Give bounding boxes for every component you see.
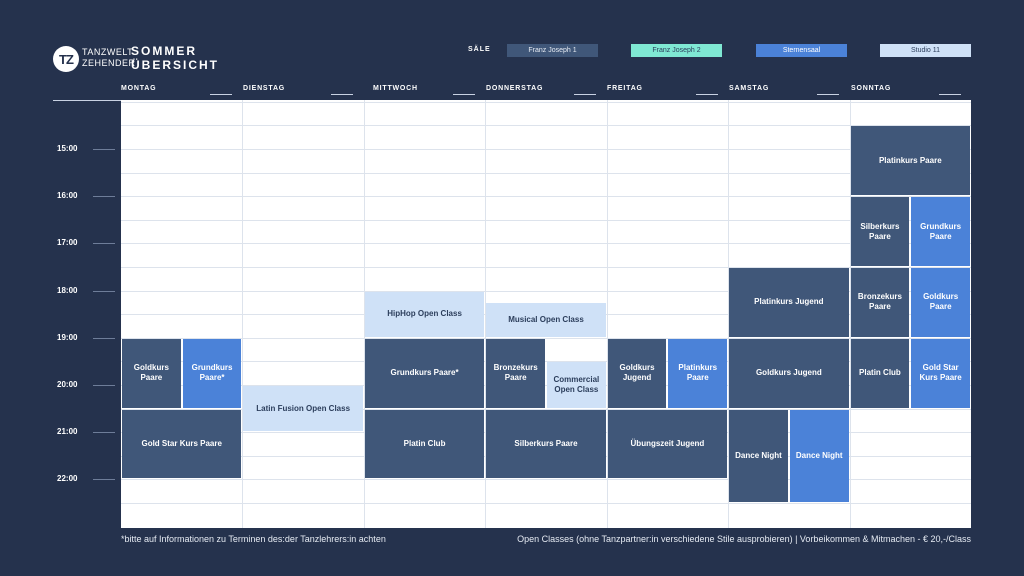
title-line-2: ÜBERSICHT xyxy=(131,58,220,72)
class-event[interactable]: Silberkurs Paare xyxy=(850,197,910,266)
time-label: 22:00 xyxy=(57,474,78,484)
day-header-donnerstag: DONNERSTAG xyxy=(486,85,544,92)
schedule-grid: Goldkurs Paare Grundkurs Paare* Gold Star … xyxy=(121,100,971,528)
time-tick xyxy=(93,196,115,198)
grid-line xyxy=(121,101,971,103)
class-event[interactable]: Gold Star Kurs Paare xyxy=(911,338,970,408)
time-label: 15:00 xyxy=(57,144,78,153)
class-event[interactable]: Goldkurs Jugend xyxy=(607,338,667,408)
page-title: SOMMER ÜBERSICHT xyxy=(131,44,219,72)
class-event[interactable]: Dance Night xyxy=(789,409,849,502)
grid-line xyxy=(121,149,971,150)
logo-line-1: TANZWELT xyxy=(82,47,134,57)
class-event[interactable]: Goldkurs Jugend xyxy=(729,338,849,408)
day-header-samstag: SAMSTAG xyxy=(729,85,770,92)
footer-note: *bitte auf Informationen zu Terminen des… xyxy=(121,534,386,544)
day-divider xyxy=(939,94,961,95)
time-tick xyxy=(93,149,115,150)
day-header-dienstag: DIENSTAG xyxy=(243,85,286,92)
grid-line xyxy=(121,503,971,504)
class-event[interactable]: Gold Star Kurs Paare xyxy=(122,409,242,479)
logo-wordmark: TANZWELT ZEHENDER xyxy=(82,47,136,69)
time-tick xyxy=(93,243,115,245)
time-tick xyxy=(93,290,115,292)
time-label: 16:00 xyxy=(57,191,78,201)
day-header-sonntag: SONNTAG xyxy=(851,85,892,92)
class-event[interactable]: Musical Open Class xyxy=(486,303,606,337)
class-event[interactable]: Grundkurs Paare* xyxy=(182,338,242,408)
time-tick xyxy=(93,385,115,386)
room-legend-franz-joseph-2: Franz Joseph 2 xyxy=(631,44,722,57)
time-tick xyxy=(93,337,115,339)
class-event[interactable]: Silberkurs Paare xyxy=(486,409,606,479)
class-event[interactable]: Übungszeit Jugend xyxy=(607,409,728,479)
day-divider xyxy=(331,94,353,95)
header-underline xyxy=(53,100,121,101)
day-header-mittwoch: MITTWOCH xyxy=(373,85,418,92)
class-event[interactable]: Platinkurs Jugend xyxy=(729,268,849,337)
time-label: 18:00 xyxy=(57,285,78,295)
day-column-divider xyxy=(242,100,244,528)
class-event[interactable]: Dance Night xyxy=(729,409,788,502)
logo-mark: TZ xyxy=(53,46,79,72)
day-divider xyxy=(210,94,232,95)
class-event[interactable]: Latin Fusion Open Class xyxy=(243,386,363,432)
class-event[interactable]: Platinkurs Paare xyxy=(850,126,970,196)
class-event[interactable]: Goldkurs Paare xyxy=(911,268,970,337)
rooms-label: SÄLE xyxy=(468,46,491,53)
class-event[interactable]: Platin Club xyxy=(850,338,910,408)
day-header-montag: MONTAG xyxy=(121,85,157,92)
grid-line xyxy=(121,125,971,127)
room-legend-franz-joseph-1: Franz Joseph 1 xyxy=(507,44,598,57)
time-tick xyxy=(93,432,115,434)
day-divider xyxy=(453,94,475,95)
grid-line xyxy=(121,219,971,221)
day-divider xyxy=(696,94,718,95)
time-label: 19:00 xyxy=(57,332,78,342)
footer-info: Open Classes (ohne Tanzpartner:in versch… xyxy=(517,534,971,544)
class-event[interactable]: HipHop Open Class xyxy=(364,291,485,337)
grid-line xyxy=(121,172,971,174)
day-header-freitag: FREITAG xyxy=(607,85,643,92)
day-divider xyxy=(574,94,596,95)
time-tick xyxy=(93,479,115,481)
title-line-1: SOMMER xyxy=(131,44,197,58)
time-label: 17:00 xyxy=(57,238,78,248)
day-divider xyxy=(817,94,839,95)
grid-line xyxy=(121,196,971,198)
room-legend-studio-11: Studio 11 xyxy=(880,44,971,57)
class-event[interactable]: Goldkurs Paare xyxy=(122,338,181,408)
time-label: 21:00 xyxy=(57,427,78,437)
logo-line-2: ZEHENDER xyxy=(82,58,136,68)
class-event[interactable]: Bronzekurs Paare xyxy=(850,268,910,337)
class-event[interactable]: Grundkurs Paare* xyxy=(364,338,485,408)
class-event[interactable]: Platinkurs Paare xyxy=(668,338,728,408)
class-event[interactable]: Grundkurs Paare xyxy=(911,197,970,266)
class-event[interactable]: Platin Club xyxy=(364,409,485,479)
room-legend-sternensaal: Sternensaal xyxy=(756,44,847,57)
time-label: 20:00 xyxy=(57,380,78,389)
class-event[interactable]: Bronzekurs Paare xyxy=(486,338,545,408)
class-event[interactable]: Commercial Open Class xyxy=(547,362,606,408)
grid-line xyxy=(121,243,971,245)
